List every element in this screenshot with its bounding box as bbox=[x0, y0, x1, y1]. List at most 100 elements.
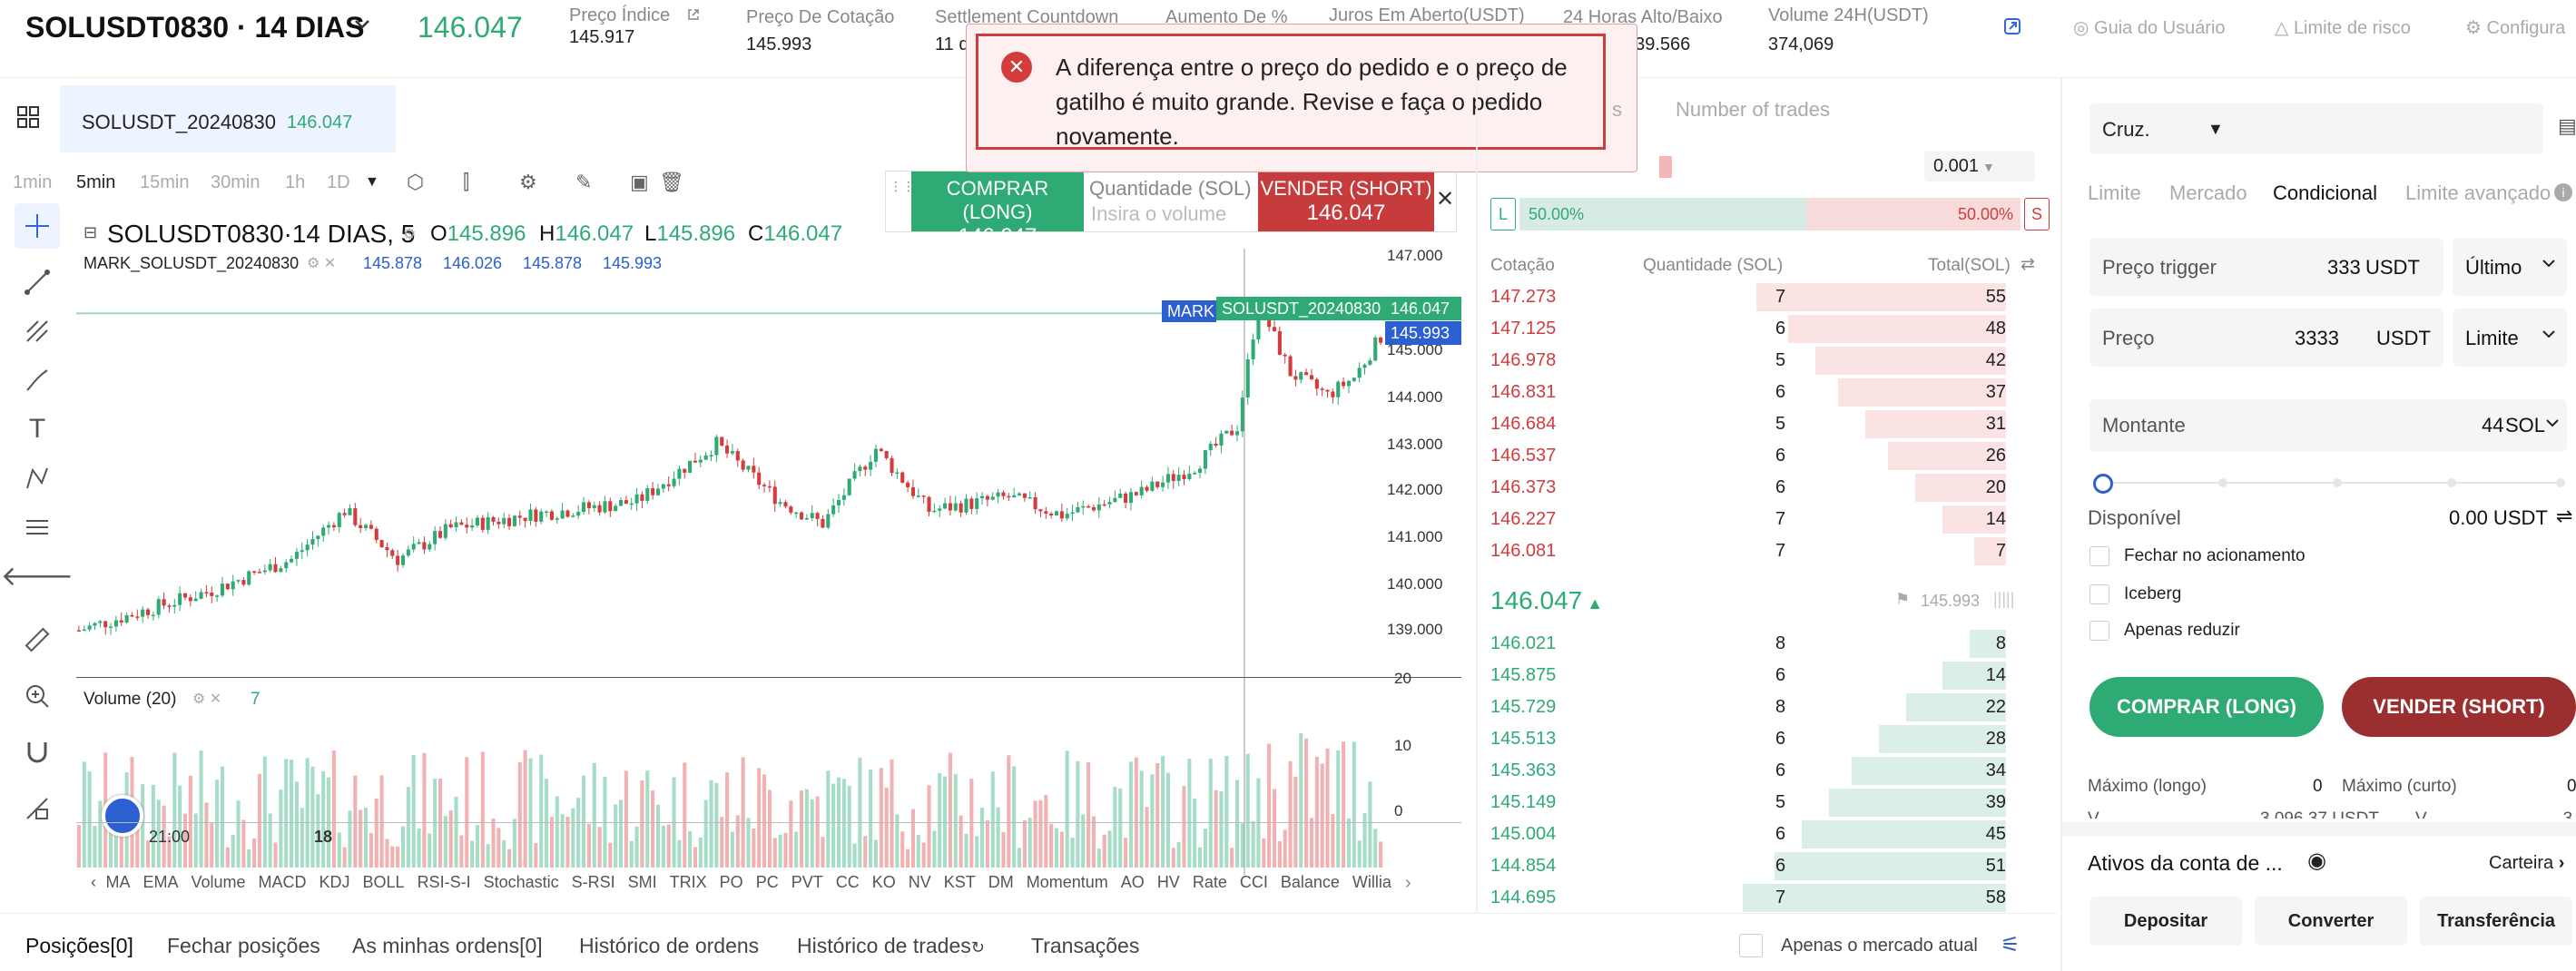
indicator-po[interactable]: PO bbox=[720, 873, 743, 891]
indicator-pc[interactable]: PC bbox=[756, 873, 779, 891]
tab-trade-history[interactable]: Histórico de trades↻ bbox=[797, 934, 985, 958]
zoom-in-icon[interactable] bbox=[15, 673, 60, 719]
close-icon[interactable]: ✕ bbox=[1436, 186, 1454, 212]
quick-sell-button[interactable]: VENDER (SHORT) 146.047 bbox=[1258, 172, 1434, 231]
quick-qty-field[interactable]: Quantidade (SOL) Insira o volume bbox=[1084, 172, 1258, 231]
orderbook-row[interactable]: 146.684 5 31 bbox=[1476, 408, 2020, 440]
orderbook-row[interactable]: 146.373 6 20 bbox=[1476, 472, 2020, 504]
orderbook-row[interactable]: 145.875 6 14 bbox=[1476, 660, 2020, 691]
drag-handle-icon[interactable]: ⋮⋮ bbox=[890, 179, 915, 224]
candle-type-icon[interactable]: ⫿ bbox=[463, 171, 469, 194]
index-price-label[interactable]: Preço Índice bbox=[569, 5, 670, 26]
amount-input[interactable]: Montante 44 SOL bbox=[2089, 399, 2567, 452]
slider-mark[interactable] bbox=[2556, 478, 2565, 487]
camera-icon[interactable]: ▣ bbox=[630, 171, 649, 194]
chevron-left-icon[interactable]: ‹ bbox=[91, 873, 96, 891]
quick-buy-button[interactable]: COMPRAR (LONG) 146.047 bbox=[911, 172, 1084, 249]
tab-market[interactable]: Mercado bbox=[2169, 181, 2247, 205]
indicator-icon[interactable]: ⬡ bbox=[407, 171, 424, 194]
indicator-willia[interactable]: Willia bbox=[1352, 873, 1391, 891]
indicator-hv[interactable]: HV bbox=[1157, 873, 1180, 891]
chart-tab-active[interactable]: SOLUSDT_20240830 146.047 bbox=[60, 85, 396, 152]
trend-line-icon[interactable] bbox=[15, 260, 60, 305]
buy-long-button[interactable]: COMPRAR (LONG) bbox=[2089, 677, 2324, 737]
indicator-cci[interactable]: CCI bbox=[1240, 873, 1268, 891]
draw-icon[interactable]: ✎ bbox=[575, 171, 592, 194]
lock-draw-icon[interactable] bbox=[15, 786, 60, 831]
slider-mark[interactable] bbox=[2333, 478, 2342, 487]
timeframe-15min[interactable]: 15min bbox=[140, 172, 189, 193]
orderbook-row[interactable]: 145.513 6 28 bbox=[1476, 723, 2020, 755]
arrow-left-icon[interactable]: 🡐 bbox=[1, 554, 74, 599]
orderbook-row[interactable]: 146.831 6 37 bbox=[1476, 377, 2020, 408]
risk-limit-link[interactable]: △ Limite de risco bbox=[2275, 16, 2411, 39]
chevron-down-icon[interactable] bbox=[352, 15, 372, 39]
tab-transactions[interactable]: Transações bbox=[1031, 934, 1139, 958]
fork-icon[interactable] bbox=[15, 309, 60, 354]
orderbook-row[interactable]: 147.273 7 55 bbox=[1476, 281, 2020, 313]
deposit-button[interactable]: Depositar bbox=[2089, 897, 2242, 946]
transfer-icon[interactable]: ⇌ bbox=[2556, 505, 2572, 528]
indicator-boll[interactable]: BOLL bbox=[363, 873, 405, 891]
indicator-macd[interactable]: MACD bbox=[259, 873, 307, 891]
tab-number-of-trades[interactable]: Number of trades bbox=[1676, 98, 1830, 122]
transfer-button[interactable]: Transferência bbox=[2420, 897, 2572, 946]
caret-down-icon[interactable]: ▼ bbox=[365, 174, 379, 191]
orderbook-row[interactable]: 145.729 8 22 bbox=[1476, 691, 2020, 723]
indicator-pvt[interactable]: PVT bbox=[791, 873, 823, 891]
settings-link[interactable]: ⚙ Configura bbox=[2465, 16, 2565, 39]
settings-small-icon[interactable]: ⚙ bbox=[403, 225, 416, 243]
settings-icon[interactable]: ⚙ bbox=[519, 171, 537, 194]
price-input[interactable]: Preço 3333 USDT bbox=[2089, 309, 2443, 367]
close-on-trigger-checkbox[interactable] bbox=[2089, 546, 2109, 566]
tab-closed-positions[interactable]: Fechar posições bbox=[167, 934, 320, 958]
trigger-type-select[interactable]: Último bbox=[2453, 238, 2567, 296]
share-icon[interactable] bbox=[2002, 16, 2022, 41]
swap-icon[interactable]: ⇄ bbox=[2020, 254, 2035, 275]
tab-limit[interactable]: Limite bbox=[2088, 181, 2141, 205]
pane-divider[interactable] bbox=[76, 677, 1461, 678]
external-link-icon[interactable] bbox=[686, 7, 701, 26]
user-guide-link[interactable]: ◎ Guia do Usuário bbox=[2073, 16, 2226, 39]
indicator-ko[interactable]: KO bbox=[872, 873, 896, 891]
timeframe-1min[interactable]: 1min bbox=[13, 172, 52, 193]
info-icon[interactable]: i bbox=[2554, 183, 2572, 201]
tab-order-history[interactable]: Histórico de ordens bbox=[579, 934, 759, 958]
indicator-ema[interactable]: EMA bbox=[143, 873, 178, 891]
crosshair-icon[interactable] bbox=[15, 203, 60, 249]
indicator-ma[interactable]: MA bbox=[105, 873, 130, 891]
indicator-smi[interactable]: SMI bbox=[628, 873, 657, 891]
timeframe-1h[interactable]: 1h bbox=[285, 172, 305, 193]
orderbook-row[interactable]: 144.695 7 58 bbox=[1476, 882, 2020, 914]
tab-my-orders[interactable]: As minhas ordens[0] bbox=[352, 934, 543, 958]
wallet-link[interactable]: Carteira › bbox=[2489, 853, 2564, 874]
orderbook-row[interactable]: 145.004 6 45 bbox=[1476, 819, 2020, 850]
pattern-icon[interactable] bbox=[15, 456, 60, 501]
indicator-stochastic[interactable]: Stochastic bbox=[484, 873, 559, 891]
tab-positions[interactable]: Posições[0] bbox=[25, 934, 133, 958]
convert-button[interactable]: Converter bbox=[2255, 897, 2407, 946]
timeframe-1d[interactable]: 1D bbox=[327, 172, 350, 193]
orderbook-row[interactable]: 144.854 6 51 bbox=[1476, 850, 2020, 882]
calculator-icon[interactable]: ▤ bbox=[2558, 114, 2576, 138]
timeframe-30min[interactable]: 30min bbox=[211, 172, 260, 193]
indicator-kdj[interactable]: KDJ bbox=[320, 873, 350, 891]
orderbook-row[interactable]: 146.021 8 8 bbox=[1476, 628, 2020, 660]
text-tool-icon[interactable]: T bbox=[15, 407, 60, 452]
orderbook-row[interactable]: 145.149 5 39 bbox=[1476, 787, 2020, 819]
settings-small-icon[interactable]: ⚙ ✕ bbox=[192, 690, 221, 708]
indicator-balance[interactable]: Balance bbox=[1281, 873, 1340, 891]
indicator-momentum[interactable]: Momentum bbox=[1027, 873, 1108, 891]
orderbook-row[interactable]: 145.363 6 34 bbox=[1476, 755, 2020, 787]
tab-partial[interactable]: s bbox=[1612, 98, 1622, 122]
indicator-kst[interactable]: KST bbox=[944, 873, 976, 891]
trash-icon[interactable]: 🗑 bbox=[659, 171, 684, 194]
reduce-only-checkbox[interactable] bbox=[2089, 621, 2109, 641]
tradingview-logo-icon[interactable] bbox=[102, 795, 143, 837]
orderbook-row[interactable]: 146.978 5 42 bbox=[1476, 345, 2020, 377]
tab-conditional[interactable]: Condicional bbox=[2273, 181, 2377, 205]
filter-icon[interactable]: ⚟ bbox=[2001, 932, 2020, 958]
indicator-dm[interactable]: DM bbox=[988, 873, 1014, 891]
orderbook-row[interactable]: 146.537 6 26 bbox=[1476, 440, 2020, 472]
indicator-nv[interactable]: NV bbox=[909, 873, 931, 891]
